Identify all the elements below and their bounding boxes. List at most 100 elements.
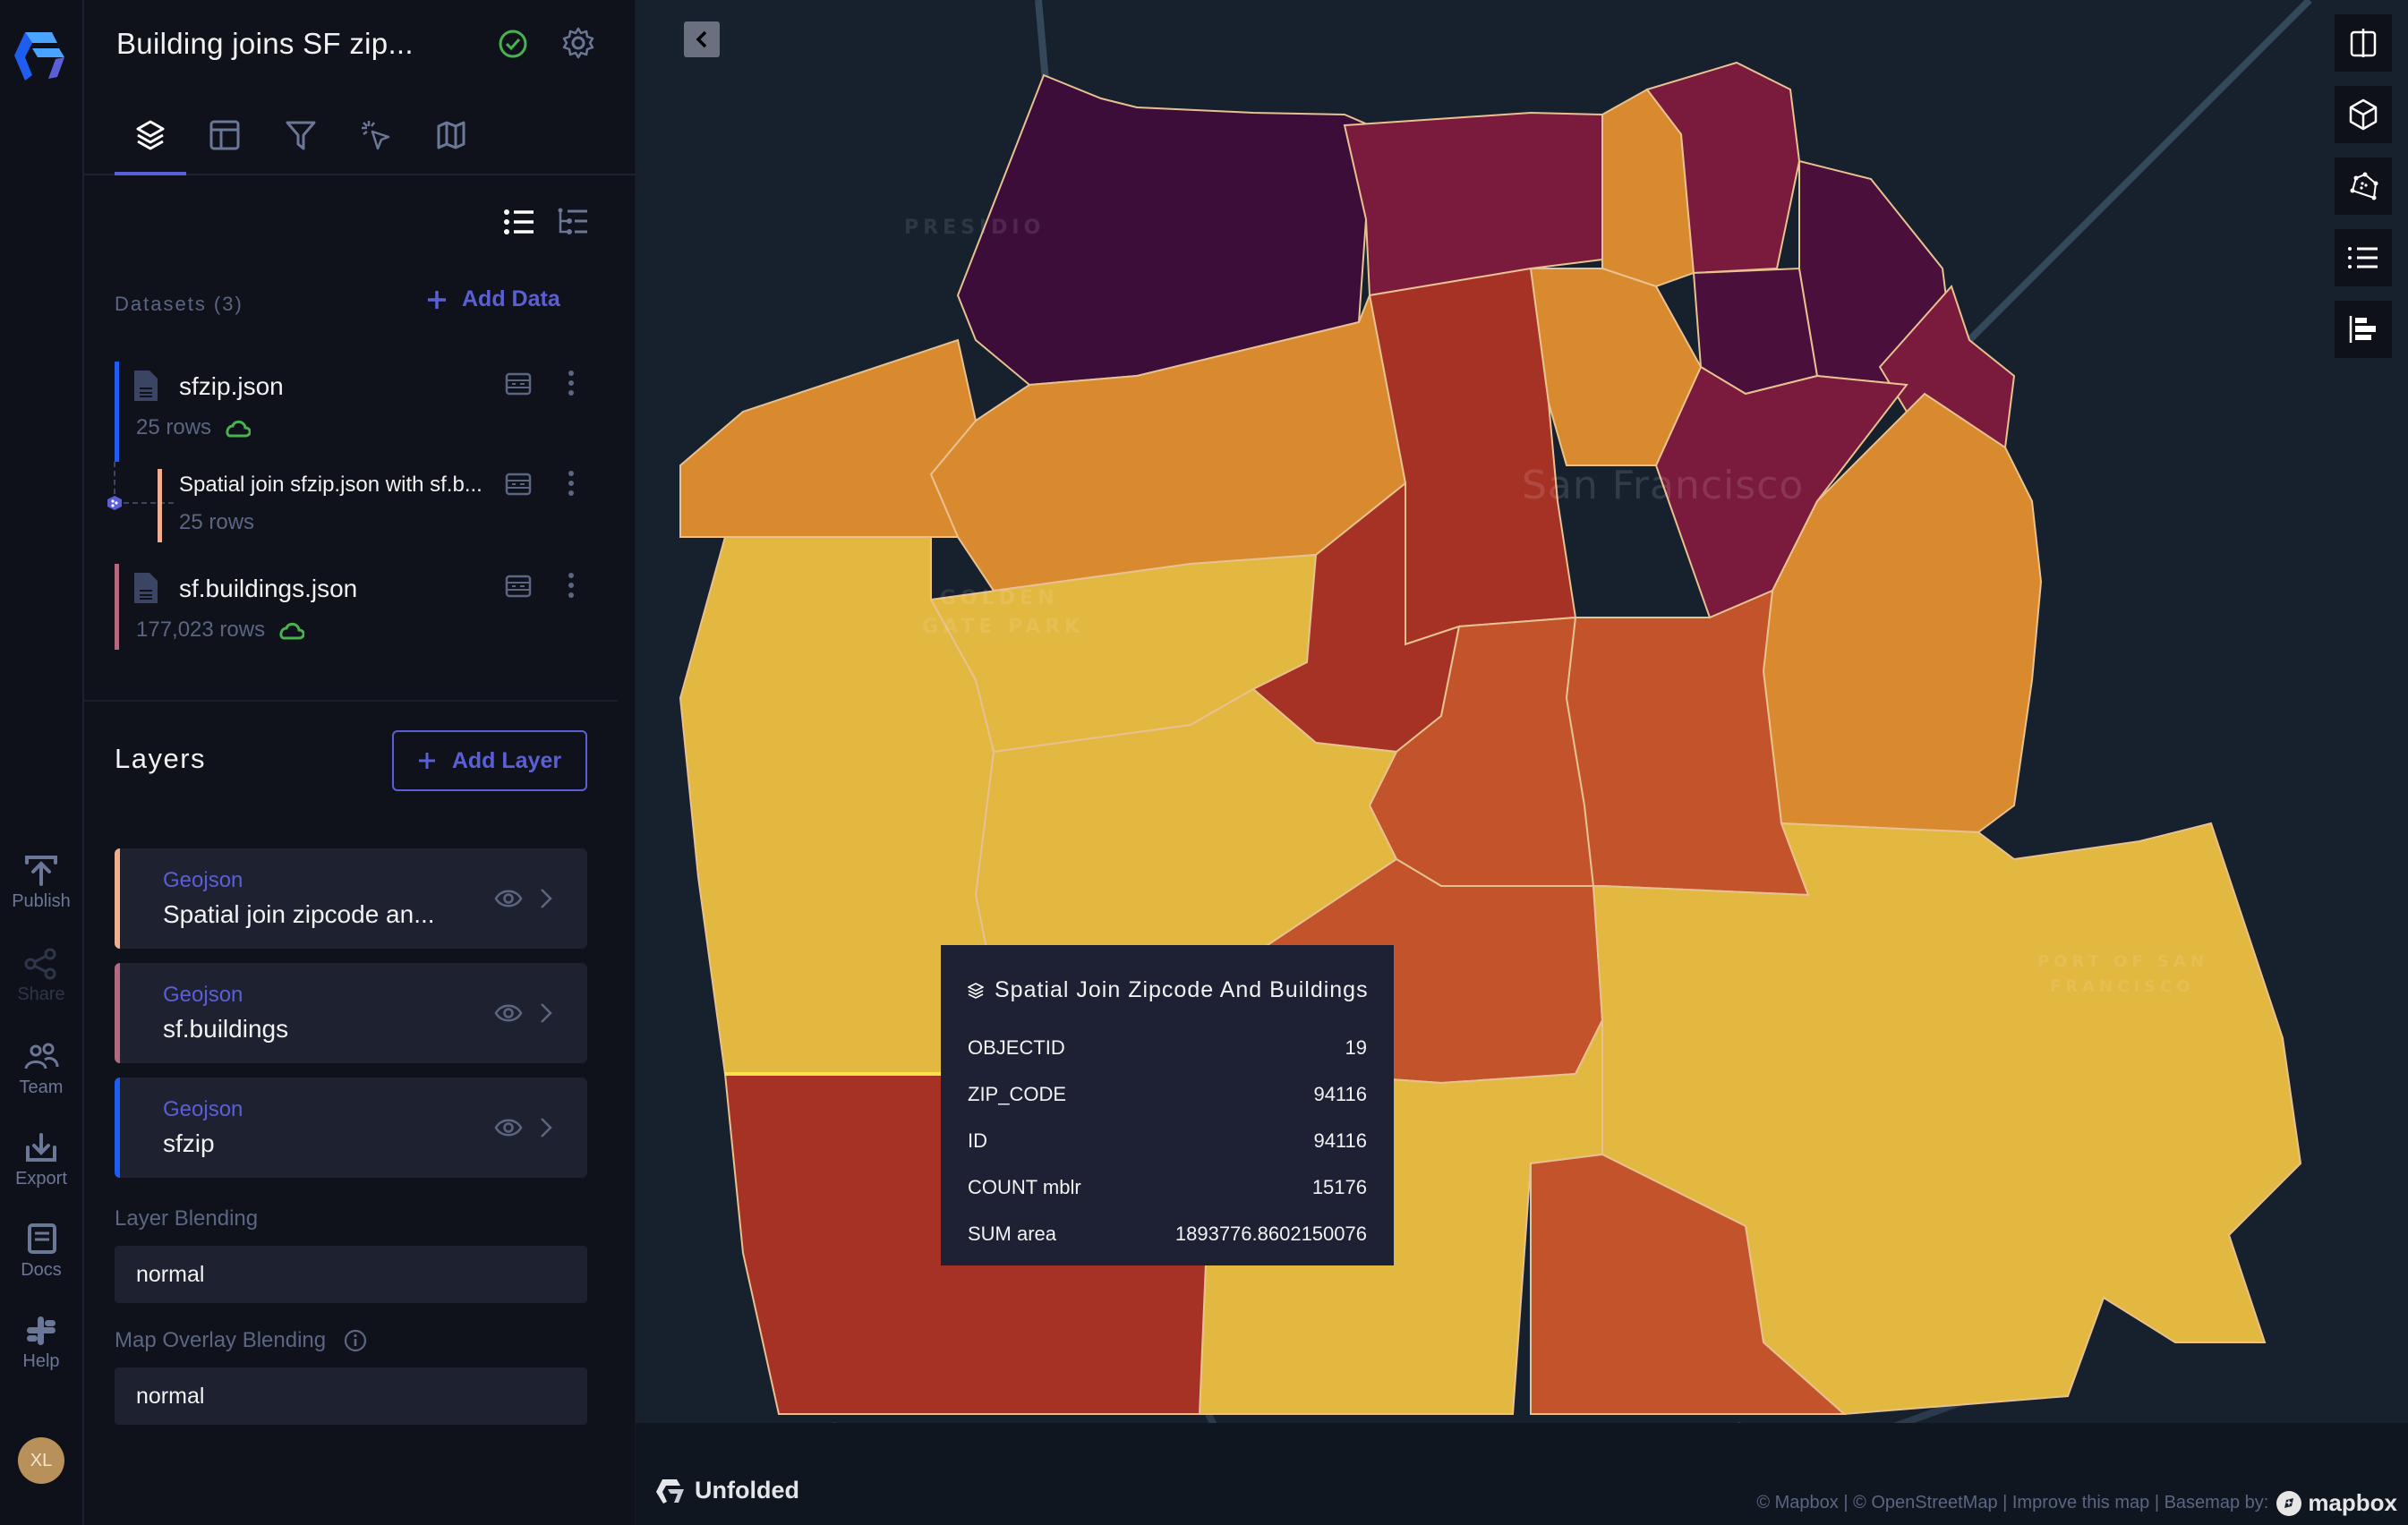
unfolded-logo-icon[interactable]: [13, 30, 68, 81]
eye-icon[interactable]: [494, 1115, 523, 1140]
legend-icon: [2348, 247, 2378, 268]
tooltip-row: SUM area 1893776.8602150076: [968, 1223, 1367, 1246]
dataset-item[interactable]: sf.buildings.json 177,023 rows: [115, 564, 616, 650]
avatar[interactable]: XL: [18, 1437, 64, 1484]
chevron-right-icon[interactable]: [539, 1115, 553, 1140]
panel-tabs: [84, 100, 636, 175]
dataset-item[interactable]: Spatial join sfzip.json with sf.b... 25 …: [158, 469, 616, 542]
layer-type: Geojson: [163, 1097, 243, 1121]
table-icon[interactable]: [505, 473, 532, 496]
publish-button[interactable]: Publish: [0, 854, 82, 912]
table-icon[interactable]: [505, 575, 532, 598]
add-data-label: Add Data: [462, 286, 560, 311]
split-map-icon: [2350, 29, 2377, 57]
app-root: Publish Share Team Export Docs Help XL B…: [0, 0, 2408, 1525]
chevron-right-icon[interactable]: [539, 886, 553, 911]
dataset-rows: 25 rows: [136, 415, 252, 440]
layer-blending-text: Layer Blending: [115, 1206, 259, 1231]
eye-icon[interactable]: [494, 1001, 523, 1026]
table-icon[interactable]: [505, 372, 532, 396]
tab-basemap[interactable]: [424, 113, 478, 158]
eye-icon[interactable]: [494, 886, 523, 911]
road-line: [1967, 0, 2312, 343]
tooltip-key: ID: [968, 1129, 987, 1152]
layer-type: Geojson: [163, 983, 243, 1007]
tooltip-title: Spatial Join Zipcode And Buildings: [995, 977, 1369, 1002]
share-button[interactable]: Share: [0, 947, 82, 1005]
layer-item[interactable]: Geojson sfzip: [115, 1078, 587, 1178]
map-label-port-1: PORT OF SAN: [2037, 952, 2208, 971]
gear-icon[interactable]: [562, 27, 594, 59]
plus-icon: [418, 753, 435, 769]
dataset-color-bar: [115, 362, 119, 462]
tab-interactions[interactable]: [349, 113, 403, 158]
layer-name: sfzip: [163, 1129, 215, 1157]
layer-item[interactable]: Geojson Spatial join zipcode an...: [115, 848, 587, 949]
dataset-name: sf.buildings.json: [179, 575, 358, 602]
export-button[interactable]: Export: [0, 1131, 82, 1189]
more-vertical-icon[interactable]: [566, 469, 576, 498]
layer-item[interactable]: Geojson sf.buildings: [115, 963, 587, 1063]
help-button[interactable]: Help: [0, 1314, 82, 1372]
mapbox-logo[interactable]: mapbox: [2276, 1489, 2397, 1517]
map-label-golden-gate-1: GOLDEN: [940, 587, 1059, 609]
attribution-text[interactable]: © Mapbox | © OpenStreetMap | Improve thi…: [1756, 1493, 2268, 1513]
tooltip-value: 15176: [1311, 1176, 1367, 1198]
cloud-icon: [279, 622, 305, 640]
draw-polygon-button[interactable]: [2335, 158, 2392, 215]
dataset-color-bar: [158, 469, 162, 542]
dataset-row-count: 177,023 rows: [136, 618, 266, 642]
zip-region[interactable]: [679, 338, 978, 538]
layout-icon: [209, 120, 240, 150]
tooltip-value: 94116: [1313, 1129, 1367, 1152]
tree-view-icon[interactable]: [557, 208, 589, 236]
more-vertical-icon[interactable]: [566, 369, 576, 397]
dataset-item[interactable]: sfzip.json 25 rows: [115, 362, 616, 462]
more-vertical-icon[interactable]: [566, 571, 576, 600]
layer-color-bar: [115, 963, 120, 1063]
map-title[interactable]: Building joins SF zip...: [116, 27, 414, 61]
chevron-right-icon[interactable]: [539, 1001, 553, 1026]
layer-blending-select[interactable]: normal: [115, 1246, 587, 1303]
layer-blending-label: Layer Blending: [115, 1206, 258, 1231]
unfolded-brand[interactable]: Unfolded: [655, 1477, 799, 1504]
list-view-icon[interactable]: [503, 208, 535, 236]
tab-layers[interactable]: [115, 113, 186, 175]
file-icon: [134, 573, 158, 603]
layers-heading: Layers: [115, 743, 207, 774]
split-map-button[interactable]: [2335, 14, 2392, 72]
collapse-panel-button[interactable]: [684, 21, 720, 57]
tab-filters[interactable]: [274, 113, 328, 158]
layer-order-button[interactable]: [2335, 301, 2392, 358]
dataset-rows: 25 rows: [179, 510, 254, 535]
map-canvas[interactable]: PRESIDIO GOLDEN GATE PARK San Francisco …: [636, 0, 2408, 1525]
file-icon: [134, 371, 158, 401]
tooltip-key: COUNT mblr: [968, 1176, 1081, 1198]
docs-button[interactable]: Docs: [0, 1223, 82, 1281]
layers-icon: [136, 120, 165, 150]
road-line: [1035, 0, 1049, 81]
share-icon: [24, 948, 56, 980]
dataset-name: sfzip.json: [179, 372, 284, 400]
docs-label: Docs: [21, 1260, 62, 1280]
legend-button[interactable]: [2335, 229, 2392, 286]
overlay-blending-select[interactable]: normal: [115, 1367, 587, 1425]
add-layer-button[interactable]: Add Layer: [392, 730, 587, 791]
tooltip-row: ZIP_CODE 94116: [968, 1083, 1367, 1106]
add-layer-label: Add Layer: [451, 747, 562, 773]
map-label-san-francisco: San Francisco: [1522, 463, 1805, 508]
layer-color-bar: [115, 1078, 120, 1178]
layer-order-icon: [2349, 316, 2376, 343]
team-button[interactable]: Team: [0, 1040, 82, 1098]
layers-icon: [968, 982, 984, 999]
tab-layout[interactable]: [198, 113, 252, 158]
slack-icon: [27, 1316, 56, 1345]
map-label-golden-gate-2: GATE PARK: [922, 616, 1085, 638]
tooltip-row: COUNT mblr 15176: [968, 1176, 1367, 1199]
info-icon[interactable]: [344, 1329, 367, 1352]
3d-view-button[interactable]: [2335, 86, 2392, 143]
tooltip-value: 1893776.8602150076: [1174, 1223, 1367, 1245]
add-data-button[interactable]: Add Data: [426, 286, 560, 312]
chevron-left-icon: [696, 30, 707, 48]
mapbox-label: mapbox: [2308, 1489, 2397, 1516]
